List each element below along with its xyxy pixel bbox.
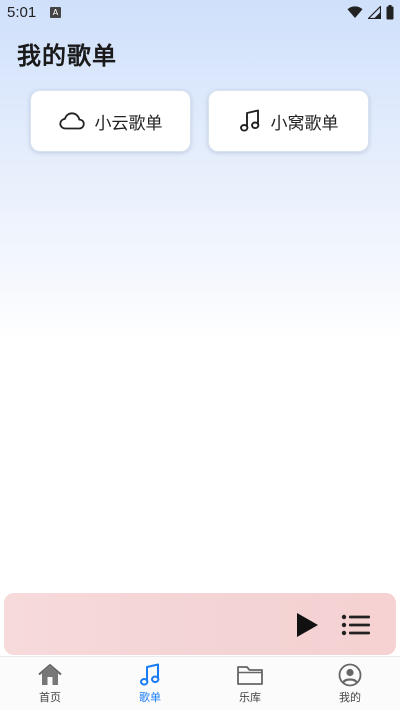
mini-player[interactable] [4, 593, 396, 655]
status-indicators [347, 5, 394, 20]
status-time: 5:01 [7, 4, 37, 21]
tab-playlist-label: 歌单 [139, 691, 161, 704]
bottom-tab-bar: 首页 歌单 乐库 我的 [0, 656, 400, 710]
user-icon [338, 663, 362, 687]
signal-icon [368, 6, 381, 19]
home-icon [38, 664, 62, 685]
music-note-icon [139, 663, 160, 686]
local-playlist-label: 小窝歌单 [270, 113, 339, 134]
tab-profile[interactable]: 我的 [320, 663, 380, 705]
tab-home[interactable]: 首页 [20, 663, 80, 705]
play-icon[interactable] [295, 612, 319, 638]
status-bar: 5:01 A [0, 0, 400, 26]
battery-icon [386, 5, 394, 20]
cloud-playlist-button[interactable]: 小云歌单 [30, 90, 191, 152]
playlist-icon[interactable] [341, 613, 371, 637]
tab-profile-label: 我的 [339, 691, 361, 704]
tab-library[interactable]: 乐库 [220, 663, 280, 705]
tab-library-label: 乐库 [239, 691, 261, 704]
local-playlist-button[interactable]: 小窝歌单 [208, 90, 369, 152]
folder-icon [237, 666, 263, 685]
wifi-icon [347, 6, 363, 18]
cloud-playlist-label: 小云歌单 [94, 113, 163, 134]
tab-playlist[interactable]: 歌单 [120, 663, 180, 705]
page-title: 我的歌单 [17, 42, 117, 70]
tab-home-label: 首页 [39, 691, 61, 704]
cloud-icon [58, 112, 85, 130]
notification-icon: A [50, 7, 61, 18]
music-note-icon [239, 109, 259, 132]
